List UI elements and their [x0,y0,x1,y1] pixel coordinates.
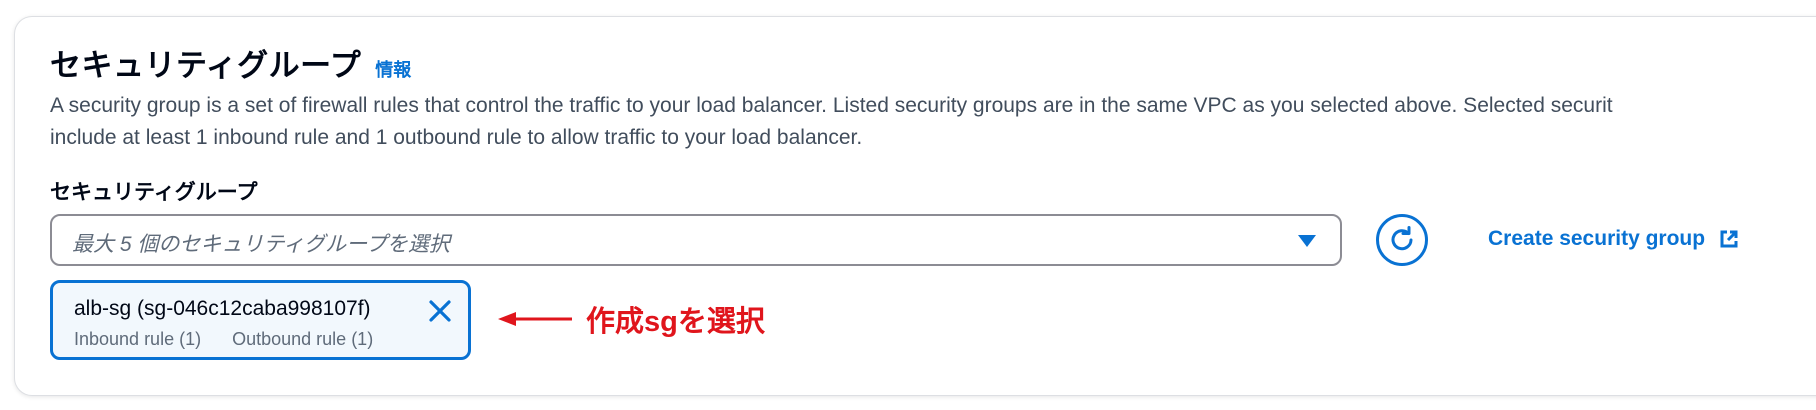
section-header: セキュリティグループ 情報 [50,40,411,85]
annotation: 作成sgを選択 [498,298,765,340]
token-tags: Inbound rule (1) Outbound rule (1) [74,329,373,350]
description-line-1: A security group is a set of firewall ru… [50,94,1613,117]
token-inbound-tag: Inbound rule (1) [74,329,202,349]
token-dismiss-button[interactable] [426,297,454,325]
select-placeholder: 最大 5 個のセキュリティグループを選択 [72,233,450,256]
section-title: セキュリティグループ [50,48,362,83]
external-link-icon [1719,229,1739,249]
annotation-text: 作成sgを選択 [586,306,765,338]
caret-down-icon [1298,235,1316,247]
token-name: alb-sg (sg-046c12caba998107f) [74,297,371,320]
selected-security-group-token: alb-sg (sg-046c12caba998107f) Inbound ru… [50,280,471,360]
refresh-button[interactable] [1376,214,1428,266]
info-link[interactable]: 情報 [375,56,411,82]
security-group-multiselect[interactable]: 最大 5 個のセキュリティグループを選択 [50,214,1342,266]
description-line-2: include at least 1 inbound rule and 1 ou… [50,126,863,149]
create-security-group-link[interactable]: Create security group [1488,227,1739,251]
token-outbound-tag: Outbound rule (1) [232,329,374,349]
section-description: A security group is a set of firewall ru… [50,90,1816,154]
refresh-icon [1391,226,1413,251]
arrow-left-icon [498,312,572,326]
security-group-field-label: セキュリティグループ [50,181,258,204]
close-icon [429,300,451,322]
create-security-group-label: Create security group [1488,227,1706,250]
